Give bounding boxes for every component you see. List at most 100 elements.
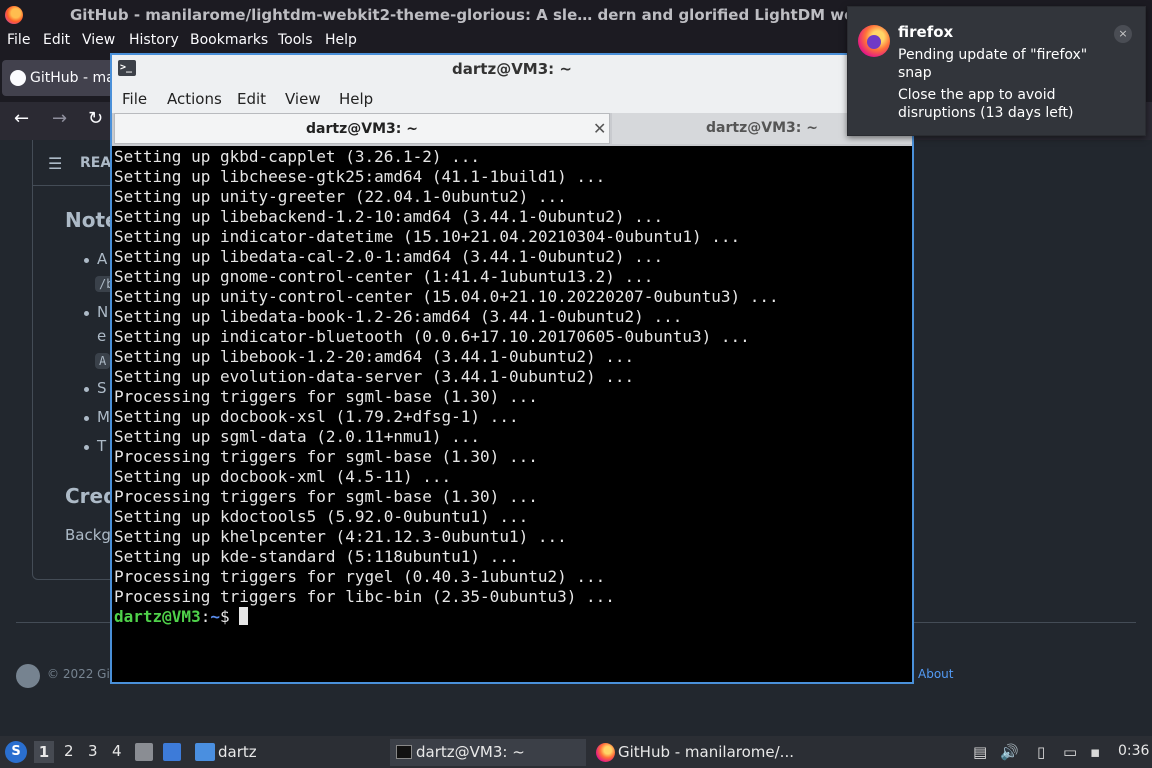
firefox-icon [858, 25, 890, 57]
workspace-1[interactable]: 1 [34, 741, 54, 763]
github-footer-icon[interactable] [16, 664, 40, 688]
task-terminal-label: dartz@VM3: ~ [416, 743, 525, 761]
workspace-3[interactable]: 3 [88, 742, 98, 760]
reload-icon[interactable]: ↻ [88, 108, 103, 129]
bullet-dot [84, 311, 89, 316]
menu-bookmarks[interactable]: Bookmarks [190, 32, 268, 48]
terminal-line: Setting up libcheese-gtk25:amd64 (41.1-1… [114, 167, 606, 186]
menu-help[interactable]: Help [325, 32, 357, 48]
text-cursor [239, 607, 249, 625]
notification-popup[interactable]: firefox × Pending update of "firefox" sn… [847, 6, 1146, 136]
task-firefox[interactable]: GitHub - manilarome/... [592, 739, 794, 766]
github-icon [10, 70, 26, 86]
terminal-tabbar: dartz@VM3: ~ ✕ dartz@VM3: ~ [112, 113, 912, 146]
list-icon[interactable]: ☰ [48, 154, 62, 173]
terminal-window: >_ dartz@VM3: ~ File Actions Edit View H… [110, 53, 914, 684]
notification-title: Pending update of "firefox" snap [898, 47, 1088, 81]
terminal-line: Setting up libedata-cal-2.0-1:amd64 (3.4… [114, 247, 664, 266]
prompt-separator: : [200, 607, 211, 626]
terminal-line: Setting up libedata-book-1.2-26:amd64 (3… [114, 307, 683, 326]
terminal-prompt-line[interactable]: dartz@VM3:~$ [114, 607, 910, 627]
bullet-text-1: A [97, 250, 108, 268]
terminal-line: Setting up libebook-1.2-20:amd64 (3.44.1… [114, 347, 635, 366]
task-firefox-label: GitHub - manilarome/... [618, 743, 794, 761]
volume-icon[interactable]: 🔊 [1000, 743, 1019, 761]
prompt-user: dartz@VM3 [114, 607, 201, 626]
term-menu-help[interactable]: Help [339, 90, 373, 108]
menu-view[interactable]: View [82, 32, 115, 48]
terminal-tab-1[interactable]: dartz@VM3: ~ ✕ [114, 113, 610, 144]
terminal-line: Processing triggers for libc-bin (2.35-0… [114, 587, 615, 606]
terminal-line: Setting up unity-greeter (22.04.1-0ubunt… [114, 187, 567, 206]
forward-arrow-icon[interactable]: → [52, 108, 67, 129]
terminal-titlebar[interactable]: >_ dartz@VM3: ~ [112, 55, 912, 83]
terminal-line: Setting up docbook-xsl (1.79.2+dfsg-1) .… [114, 407, 519, 426]
bullet-dot [84, 258, 89, 263]
taskbar: S 1 2 3 4 dartz dartz@VM3: ~ GitHub - ma… [0, 736, 1152, 768]
terminal-output[interactable]: Setting up gkbd-capplet (3.26.1-2) ... Se… [114, 147, 910, 682]
file-manager-icon[interactable] [135, 743, 153, 761]
terminal-line: Setting up indicator-datetime (15.10+21.… [114, 227, 741, 246]
folder-icon[interactable] [195, 743, 215, 761]
terminal-line: Setting up gkbd-capplet (3.26.1-2) ... [114, 147, 481, 166]
terminal-line: Setting up docbook-xml (4.5-11) ... [114, 467, 452, 486]
terminal-line: Processing triggers for sgml-base (1.30)… [114, 447, 538, 466]
firefox-window-title: GitHub - manilarome/lightdm-webkit2-them… [70, 6, 876, 24]
term-menu-edit[interactable]: Edit [237, 90, 266, 108]
notes-icon[interactable]: ▯ [1037, 743, 1045, 761]
bullet-text-3: S [97, 379, 107, 397]
network-icon[interactable]: ▭ [1063, 743, 1077, 761]
terminal-line: Processing triggers for sgml-base (1.30)… [114, 387, 538, 406]
notification-app-name: firefox [898, 23, 954, 41]
bullet-text-4: M [97, 408, 110, 426]
terminal-line: Setting up sgml-data (2.0.11+nmu1) ... [114, 427, 481, 446]
terminal-icon: >_ [118, 60, 136, 76]
start-menu-icon[interactable]: S [5, 741, 27, 763]
inline-code: A [95, 353, 111, 369]
terminal-line: Setting up libebackend-1.2-10:amd64 (3.4… [114, 207, 664, 226]
firefox-tab-github[interactable]: GitHub - ma [2, 60, 118, 96]
footer-about-link[interactable]: About [918, 667, 953, 681]
notification-tray-icon[interactable]: ▪ [1090, 743, 1100, 761]
prompt-path: ~ [210, 607, 220, 626]
close-icon[interactable]: × [1114, 25, 1132, 43]
menu-file[interactable]: File [7, 32, 30, 48]
show-desktop-icon[interactable] [163, 743, 181, 761]
terminal-tab-label: dartz@VM3: ~ [706, 120, 818, 136]
clipboard-icon[interactable]: ▤ [973, 743, 987, 761]
term-menu-actions[interactable]: Actions [167, 90, 222, 108]
terminal-line: Setting up kdoctools5 (5.92.0-0ubuntu1) … [114, 507, 529, 526]
terminal-line: Processing triggers for sgml-base (1.30)… [114, 487, 538, 506]
bullet-text-2: N [97, 303, 109, 321]
terminal-title: dartz@VM3: ~ [452, 60, 572, 78]
bullet-text-5: T [97, 437, 107, 455]
firefox-icon [5, 6, 23, 24]
term-menu-view[interactable]: View [285, 90, 321, 108]
bullet-dot [84, 445, 89, 450]
menu-tools[interactable]: Tools [278, 32, 313, 48]
menu-history[interactable]: History [129, 32, 179, 48]
credits-text: Backg [65, 526, 111, 544]
task-terminal[interactable]: dartz@VM3: ~ [390, 739, 586, 766]
close-tab-icon[interactable]: ✕ [593, 114, 606, 143]
readme-header: ☰ REA [32, 140, 122, 186]
clock[interactable]: 0:36 [1118, 743, 1149, 759]
firefox-icon [596, 743, 615, 762]
desktop: GitHub - manilarome/lightdm-webkit2-them… [0, 0, 1152, 768]
back-arrow-icon[interactable]: ← [14, 108, 29, 129]
folder-label[interactable]: dartz [218, 739, 257, 766]
term-menu-file[interactable]: File [122, 90, 147, 108]
readme-tab[interactable]: REA [80, 155, 111, 171]
bullet-continuation: e [97, 327, 107, 345]
bullet-dot [84, 387, 89, 392]
workspace-4[interactable]: 4 [112, 742, 122, 760]
terminal-line: Setting up evolution-data-server (3.44.1… [114, 367, 635, 386]
menu-edit[interactable]: Edit [43, 32, 70, 48]
notification-body: Close the app to avoid disruptions (13 d… [898, 87, 1074, 121]
terminal-tab-label: dartz@VM3: ~ [306, 121, 418, 137]
terminal-line: Setting up kde-standard (5:118ubuntu1) .… [114, 547, 519, 566]
terminal-line: Setting up gnome-control-center (1:41.4-… [114, 267, 654, 286]
terminal-icon [396, 745, 412, 759]
workspace-2[interactable]: 2 [64, 742, 74, 760]
terminal-line: Setting up indicator-bluetooth (0.0.6+17… [114, 327, 750, 346]
